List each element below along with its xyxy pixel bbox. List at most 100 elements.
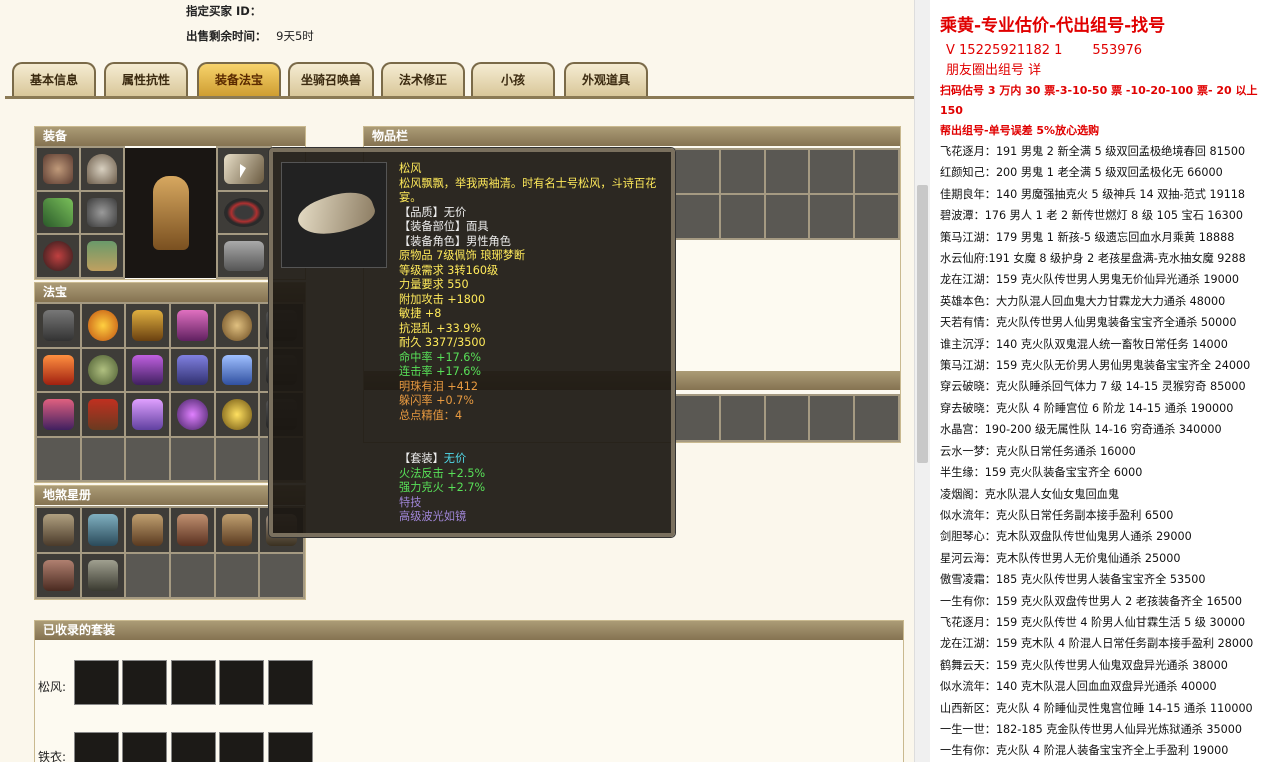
star-slot[interactable] [171,553,214,597]
mouse-cursor-icon [240,164,246,178]
fabao-grid [35,302,305,482]
bag-slot[interactable] [720,150,764,193]
bag-slot[interactable] [810,396,854,440]
equipment-grid-left [35,146,125,279]
listing-item: 谁主沉浮：140 克火队双鬼混人统一畜牧日常任务 14000 [940,337,1228,351]
fabao-slot[interactable] [126,348,169,391]
fabao-slot[interactable] [215,304,259,347]
tab-children[interactable]: 小孩 [471,62,555,96]
star-slot[interactable] [215,508,259,552]
tab-appearance[interactable]: 外观道具 [564,62,648,96]
equip-slot[interactable] [81,191,123,234]
tab-divider [5,96,914,99]
fabao-slot[interactable] [171,304,214,347]
fabao-slot[interactable] [126,304,169,347]
equip-slot[interactable] [37,235,79,277]
listing-item: 似水流年：克火队日常任务副本接手盈利 6500 [940,508,1174,522]
bag-slot[interactable] [676,396,719,440]
fabao-slot[interactable] [37,437,80,480]
fabao-slot[interactable] [215,348,259,391]
equip-slot[interactable] [37,191,79,234]
listing-item: 鹤舞云天：159 克火队传世男人仙鬼双盘异光通杀 38000 [940,658,1228,672]
character-portrait [125,148,217,278]
equipment-title: 装备 [35,127,305,146]
item-name: 松风 [399,162,422,175]
equip-slot[interactable] [37,148,79,190]
star-slot[interactable] [81,508,125,552]
scrollbar[interactable] [914,0,930,762]
set-item-icon[interactable] [171,732,216,762]
set-collection-title: 已收录的套装 [35,621,903,640]
star-slot[interactable] [37,508,80,552]
doc-phone: V 15225921182 1 [946,43,1063,58]
set-item-icon[interactable] [219,660,264,705]
fabao-slot[interactable] [81,393,125,436]
equip-slot[interactable] [218,191,270,234]
tab-equipment[interactable]: 装备法宝 [197,62,281,98]
bag-slot[interactable] [810,195,854,238]
fabao-slot[interactable] [81,304,125,347]
fabao-slot[interactable] [215,437,259,480]
scrollbar-thumb[interactable] [917,185,928,463]
fabao-slot[interactable] [126,437,169,480]
star-slot[interactable] [81,553,125,597]
set-item-icon[interactable] [74,660,119,705]
set-item-icon[interactable] [74,732,119,762]
set-attribute-line: 高级波光如镜 [399,510,467,523]
equip-slot[interactable] [218,235,270,277]
star-slot[interactable] [260,553,303,597]
fabao-slot[interactable] [81,437,125,480]
bag-slot[interactable] [855,195,898,238]
fabao-slot[interactable] [126,393,169,436]
bag-slot[interactable] [765,396,809,440]
fabao-slot[interactable] [171,393,214,436]
set-item-icon[interactable] [219,732,264,762]
tab-attributes[interactable]: 属性抗性 [104,62,188,96]
set-item-icon[interactable] [171,660,216,705]
item-attribute-line: 附加攻击 +1800 [399,292,486,306]
equip-slot[interactable] [81,235,123,277]
set-row-label: 铁衣: [38,750,67,762]
star-slot[interactable] [126,553,169,597]
fabao-slot[interactable] [215,393,259,436]
item-attribute-line: 敏捷 +8 [399,307,442,320]
fabao-slot[interactable] [171,437,214,480]
set-item-icon[interactable] [268,732,313,762]
tab-basic-info[interactable]: 基本信息 [12,62,96,96]
fabao-slot[interactable] [37,304,80,347]
listing-item: 龙在江湖：159 克木队 4 阶混人日常任务副本接手盈利 28000 [940,637,1254,651]
listing-item: 云水一梦：克火队日常任务通杀 16000 [940,444,1136,458]
item-description: 松风飘飘，举我两袖清。时有名士号松风，斗诗百花宴。 [399,176,657,205]
listing-item: 山西新区：克火队 4 阶睡仙灵性鬼宫位睡 14-15 通杀 110000 [940,701,1253,715]
bag-slot[interactable] [765,150,809,193]
item-attribute-line: 明珠有泪 +412 [399,379,479,393]
tab-mounts-pets[interactable]: 坐骑召唤兽 [288,62,374,96]
listing-item: 一生有你：159 克火队双盘传世男人 2 老孩装备齐全 16500 [940,594,1243,608]
bag-slot[interactable] [720,396,764,440]
listing-item: 一生一世：182-185 克金队传世男人仙异光炼狱通杀 35000 [940,722,1243,736]
star-slot[interactable] [126,508,169,552]
star-slot[interactable] [37,553,80,597]
star-slot[interactable] [215,553,259,597]
item-attribute-line: 总点精值：4 [399,408,463,422]
listing-item: 水晶宫：190-200 级无属性队 14-16 穷奇通杀 340000 [940,423,1222,437]
bag-slot[interactable] [676,195,719,238]
set-item-icon[interactable] [122,732,167,762]
bag-slot[interactable] [765,195,809,238]
set-item-icon[interactable] [268,660,313,705]
bag-slot[interactable] [676,150,719,193]
listing-item: 碧波潭：176 男人 1 老 2 新传世燃灯 8 级 105 宝石 16300 [940,209,1244,223]
star-slot[interactable] [171,508,214,552]
tab-spells[interactable]: 法术修正 [381,62,465,96]
bag-slot[interactable] [855,396,898,440]
listing-item: 策马江湖：159 克火队无价男人男仙男鬼装备宝宝齐全 24000 [940,359,1251,373]
fabao-slot[interactable] [37,348,80,391]
fabao-slot[interactable] [81,348,125,391]
equip-slot[interactable] [81,148,123,190]
fabao-slot[interactable] [171,348,214,391]
set-item-icon[interactable] [122,660,167,705]
bag-slot[interactable] [810,150,854,193]
bag-slot[interactable] [720,195,764,238]
bag-slot[interactable] [855,150,898,193]
fabao-slot[interactable] [37,393,80,436]
